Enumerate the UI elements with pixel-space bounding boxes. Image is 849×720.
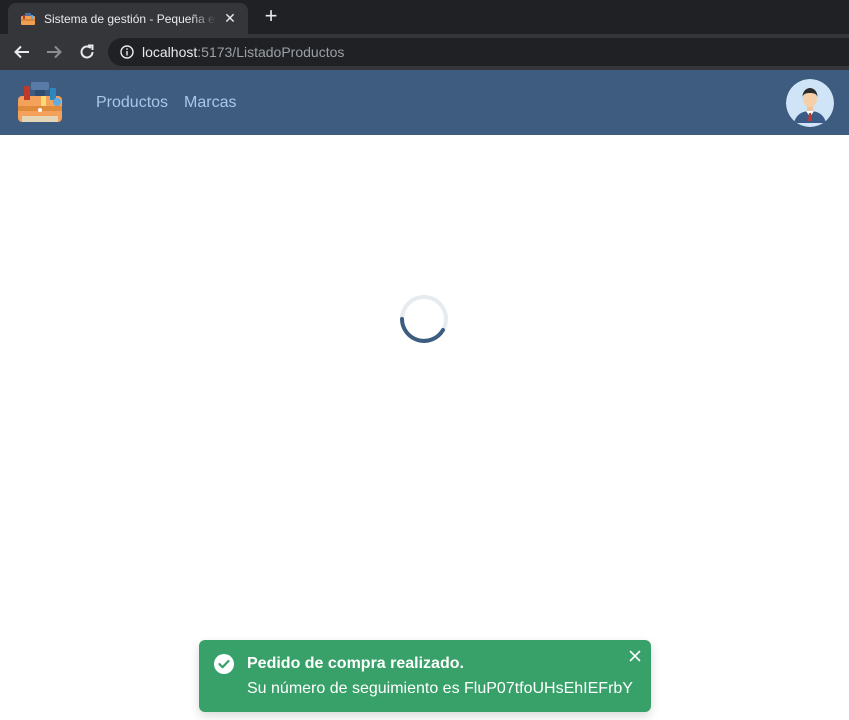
main-nav: Productos Marcas bbox=[96, 94, 237, 112]
toast-description: Su número de seguimiento es FluP07tfoUHs… bbox=[247, 680, 633, 697]
toolbox-favicon-icon bbox=[21, 12, 35, 25]
nav-link-productos[interactable]: Productos bbox=[96, 94, 168, 112]
spinner-icon bbox=[400, 295, 448, 343]
user-avatar-icon[interactable] bbox=[786, 79, 834, 127]
nav-link-marcas[interactable]: Marcas bbox=[184, 94, 236, 112]
browser-tabbar: Sistema de gestión - Pequeña empresa ✕ + bbox=[0, 0, 849, 34]
url-path: :5173/ListadoProductos bbox=[197, 44, 345, 60]
forward-button[interactable] bbox=[42, 40, 66, 64]
reload-button[interactable] bbox=[75, 40, 99, 64]
arrow-left-icon bbox=[14, 45, 29, 59]
browser-tab[interactable]: Sistema de gestión - Pequeña empresa ✕ bbox=[8, 3, 248, 34]
tab-title: Sistema de gestión - Pequeña empresa bbox=[44, 11, 216, 26]
reload-icon bbox=[80, 44, 94, 59]
app-header: Productos Marcas bbox=[0, 70, 849, 135]
close-icon[interactable] bbox=[627, 648, 643, 664]
plus-icon[interactable]: + bbox=[260, 5, 282, 27]
back-button[interactable] bbox=[10, 40, 34, 64]
success-toast: Pedido de compra realizado. Su número de… bbox=[199, 640, 651, 712]
url-host: localhost bbox=[142, 44, 198, 60]
toast-title: Pedido de compra realizado. bbox=[247, 655, 464, 672]
address-bar[interactable]: localhost:5173/ListadoProductos bbox=[108, 38, 849, 66]
info-icon[interactable] bbox=[120, 45, 134, 59]
arrow-right-icon bbox=[47, 45, 62, 59]
browser-toolbar: localhost:5173/ListadoProductos bbox=[0, 34, 849, 70]
close-icon[interactable]: ✕ bbox=[222, 10, 238, 27]
toolbox-logo-icon[interactable] bbox=[16, 80, 64, 126]
check-circle-icon bbox=[214, 654, 234, 674]
